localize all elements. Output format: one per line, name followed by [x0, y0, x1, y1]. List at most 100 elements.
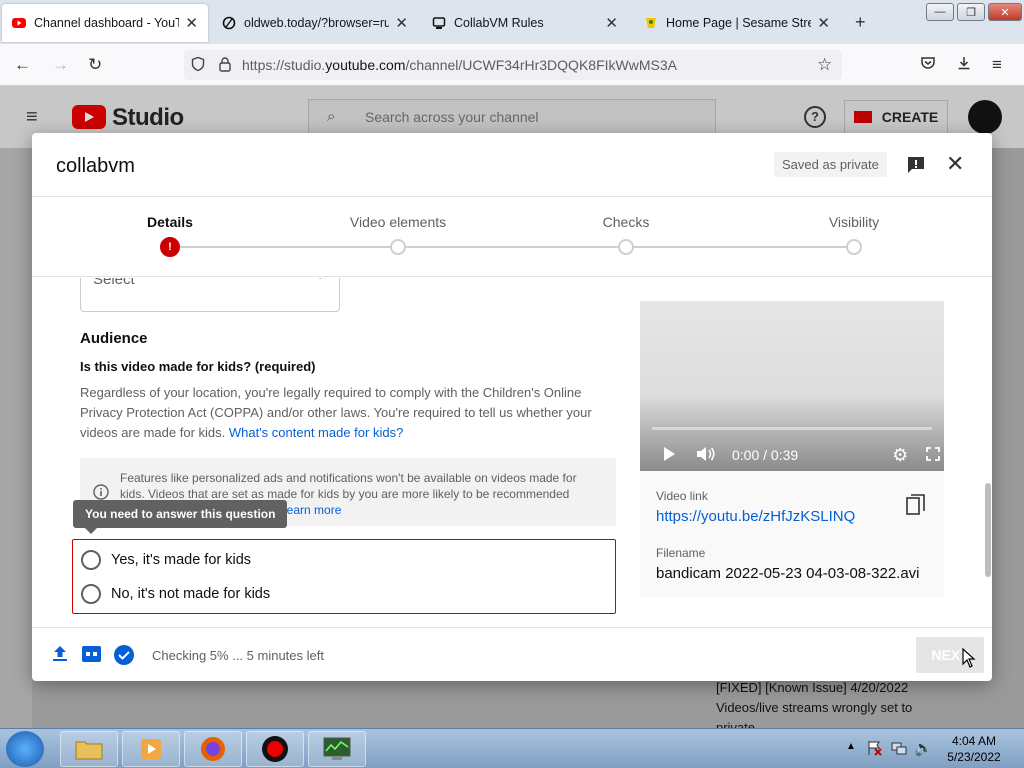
windows-start-icon[interactable] — [6, 731, 44, 767]
step-video-elements-dot[interactable] — [390, 239, 406, 255]
new-tab-icon[interactable]: + — [855, 12, 866, 33]
close-window-icon[interactable]: ✕ — [988, 3, 1022, 21]
bookmark-star-icon[interactable]: ☆ — [817, 55, 832, 75]
help-icon[interactable]: ? — [804, 106, 826, 128]
search-icon: ⌕ — [327, 108, 336, 125]
tab-title: oldweb.today/?browser=ruffle — [244, 16, 390, 30]
feedback-icon[interactable] — [906, 155, 926, 180]
firefox-icon[interactable] — [184, 731, 242, 767]
show-hidden-icons-icon[interactable]: ▲ — [846, 741, 856, 752]
play-icon[interactable] — [662, 446, 676, 465]
step-visibility-label[interactable]: Visibility — [829, 214, 879, 230]
tab-channel-dashboard[interactable]: Channel dashboard - YouTube ✕ — [2, 4, 208, 42]
studio-sidebar — [0, 148, 32, 728]
dialog-title: collabvm — [56, 155, 135, 177]
url-bar[interactable]: https://studio. youtube.com/channel/UCWF3… — [184, 50, 842, 80]
category-select[interactable]: Select ▼ — [80, 278, 340, 312]
bandicam-record-icon[interactable] — [246, 731, 304, 767]
video-link-label: Video link — [656, 489, 708, 503]
video-controls: 0:00 / 0:39 ⚙ — [640, 439, 944, 471]
maximize-icon[interactable]: ❐ — [957, 3, 985, 21]
step-details-error-icon[interactable]: ! — [160, 237, 180, 257]
studio-search-box[interactable]: ⌕ Search across your channel — [308, 99, 716, 135]
step-details-label[interactable]: Details — [147, 214, 193, 230]
tab-sesame-street[interactable]: Home Page | Sesame Street ✕ — [634, 4, 840, 42]
search-placeholder: Search across your channel — [365, 109, 539, 125]
fullscreen-icon[interactable] — [926, 446, 941, 464]
radio-circle-icon[interactable] — [81, 550, 101, 570]
filename-value: bandicam 2022-05-23 04-03-08-322.avi — [656, 565, 920, 582]
step-visibility-dot[interactable] — [846, 239, 862, 255]
avatar[interactable] — [968, 100, 1002, 134]
volume-icon[interactable] — [696, 446, 716, 465]
step-checks-label[interactable]: Checks — [603, 214, 650, 230]
upload-stepper: Details Video elements Checks Visibility… — [32, 197, 992, 277]
video-time: 0:00 / 0:39 — [732, 447, 799, 463]
volume-tray-icon[interactable]: 🔈 — [914, 739, 933, 757]
menu-icon[interactable]: ≡ — [992, 55, 1002, 75]
radio-circle-icon[interactable] — [81, 584, 101, 604]
system-clock[interactable]: 4:04 AM 5/23/2022 — [944, 733, 1004, 765]
forward-icon[interactable]: → — [52, 55, 69, 75]
upload-icon[interactable] — [52, 645, 68, 668]
audience-question: Is this video made for kids? (required) — [80, 359, 316, 374]
mouse-cursor-icon — [962, 647, 976, 673]
details-content: Select ▼ Audience Is this video made for… — [32, 278, 992, 628]
settings-gear-icon[interactable]: ⚙ — [892, 445, 908, 466]
hamburger-menu-icon[interactable]: ≡ — [26, 106, 38, 129]
checks-complete-icon[interactable] — [113, 644, 135, 671]
network-icon[interactable] — [891, 740, 907, 761]
video-progress-bar[interactable] — [652, 427, 932, 430]
url-prefix: https://studio. — [242, 57, 326, 73]
step-video-elements-label[interactable]: Video elements — [350, 214, 446, 230]
browser-tab-bar: Channel dashboard - YouTube ✕ oldweb.tod… — [0, 0, 1024, 44]
tab-collabvm-rules[interactable]: CollabVM Rules ✕ — [422, 4, 628, 42]
studio-logo-text: Studio — [112, 104, 184, 131]
dialog-scrollbar[interactable] — [985, 483, 991, 577]
radio-no-label: No, it's not made for kids — [111, 586, 271, 602]
explorer-folder-icon[interactable] — [60, 731, 118, 767]
youtube-logo-icon[interactable] — [72, 105, 106, 134]
background-news-text: [FIXED] [Known Issue] 4/20/2022 Videos/l… — [716, 678, 976, 735]
pocket-icon[interactable] — [920, 55, 936, 76]
back-icon[interactable]: ← — [14, 55, 31, 75]
tab-close-icon[interactable]: ✕ — [817, 14, 830, 32]
youtube-favicon-icon — [12, 16, 26, 30]
tab-close-icon[interactable]: ✕ — [605, 14, 618, 32]
tab-close-icon[interactable]: ✕ — [395, 14, 408, 32]
hd-processing-icon[interactable] — [82, 646, 101, 662]
made-for-kids-radio-group: Yes, it's made for kids No, it's not mad… — [72, 539, 616, 614]
create-button[interactable]: CREATE — [844, 100, 948, 134]
info-text: Features like personalized ads and notif… — [120, 471, 577, 501]
video-link[interactable]: https://youtu.be/zHfJzKSLINQ — [656, 508, 855, 525]
collabvm-favicon-icon — [432, 16, 446, 30]
reload-icon[interactable]: ↻ — [88, 55, 102, 75]
tab-close-icon[interactable]: ✕ — [185, 14, 198, 32]
video-player[interactable]: 0:00 / 0:39 ⚙ — [640, 301, 944, 471]
task-manager-icon[interactable] — [308, 731, 366, 767]
learn-more-link[interactable]: Learn more — [280, 503, 341, 517]
download-icon[interactable] — [956, 55, 972, 76]
tab-oldweb[interactable]: oldweb.today/?browser=ruffle ✕ — [212, 4, 418, 42]
close-dialog-icon[interactable]: ✕ — [946, 151, 964, 177]
media-player-icon[interactable] — [122, 731, 180, 767]
minimize-icon[interactable]: — — [926, 3, 954, 21]
video-preview-panel: 0:00 / 0:39 ⚙ Video link https://youtu.b… — [640, 301, 944, 597]
tab-title: CollabVM Rules — [454, 16, 544, 30]
copy-icon[interactable] — [906, 494, 926, 521]
radio-yes-made-for-kids[interactable]: Yes, it's made for kids — [81, 548, 251, 572]
stepper-line — [170, 246, 854, 248]
radio-not-made-for-kids[interactable]: No, it's not made for kids — [81, 582, 270, 606]
shield-icon[interactable] — [190, 56, 206, 75]
lock-icon[interactable] — [218, 56, 232, 75]
action-center-flag-icon[interactable] — [866, 740, 882, 761]
clock-date: 5/23/2022 — [947, 750, 1001, 764]
step-checks-dot[interactable] — [618, 239, 634, 255]
url-domain: youtube.com — [325, 57, 406, 73]
tab-title: Home Page | Sesame Street — [666, 16, 812, 30]
required-tooltip: You need to answer this question — [73, 500, 288, 534]
made-for-kids-link[interactable]: What's content made for kids? — [229, 425, 403, 440]
news-line-1: [FIXED] [Known Issue] 4/20/2022 — [716, 680, 909, 695]
select-value: Select — [93, 278, 135, 288]
radio-yes-label: Yes, it's made for kids — [111, 552, 252, 568]
